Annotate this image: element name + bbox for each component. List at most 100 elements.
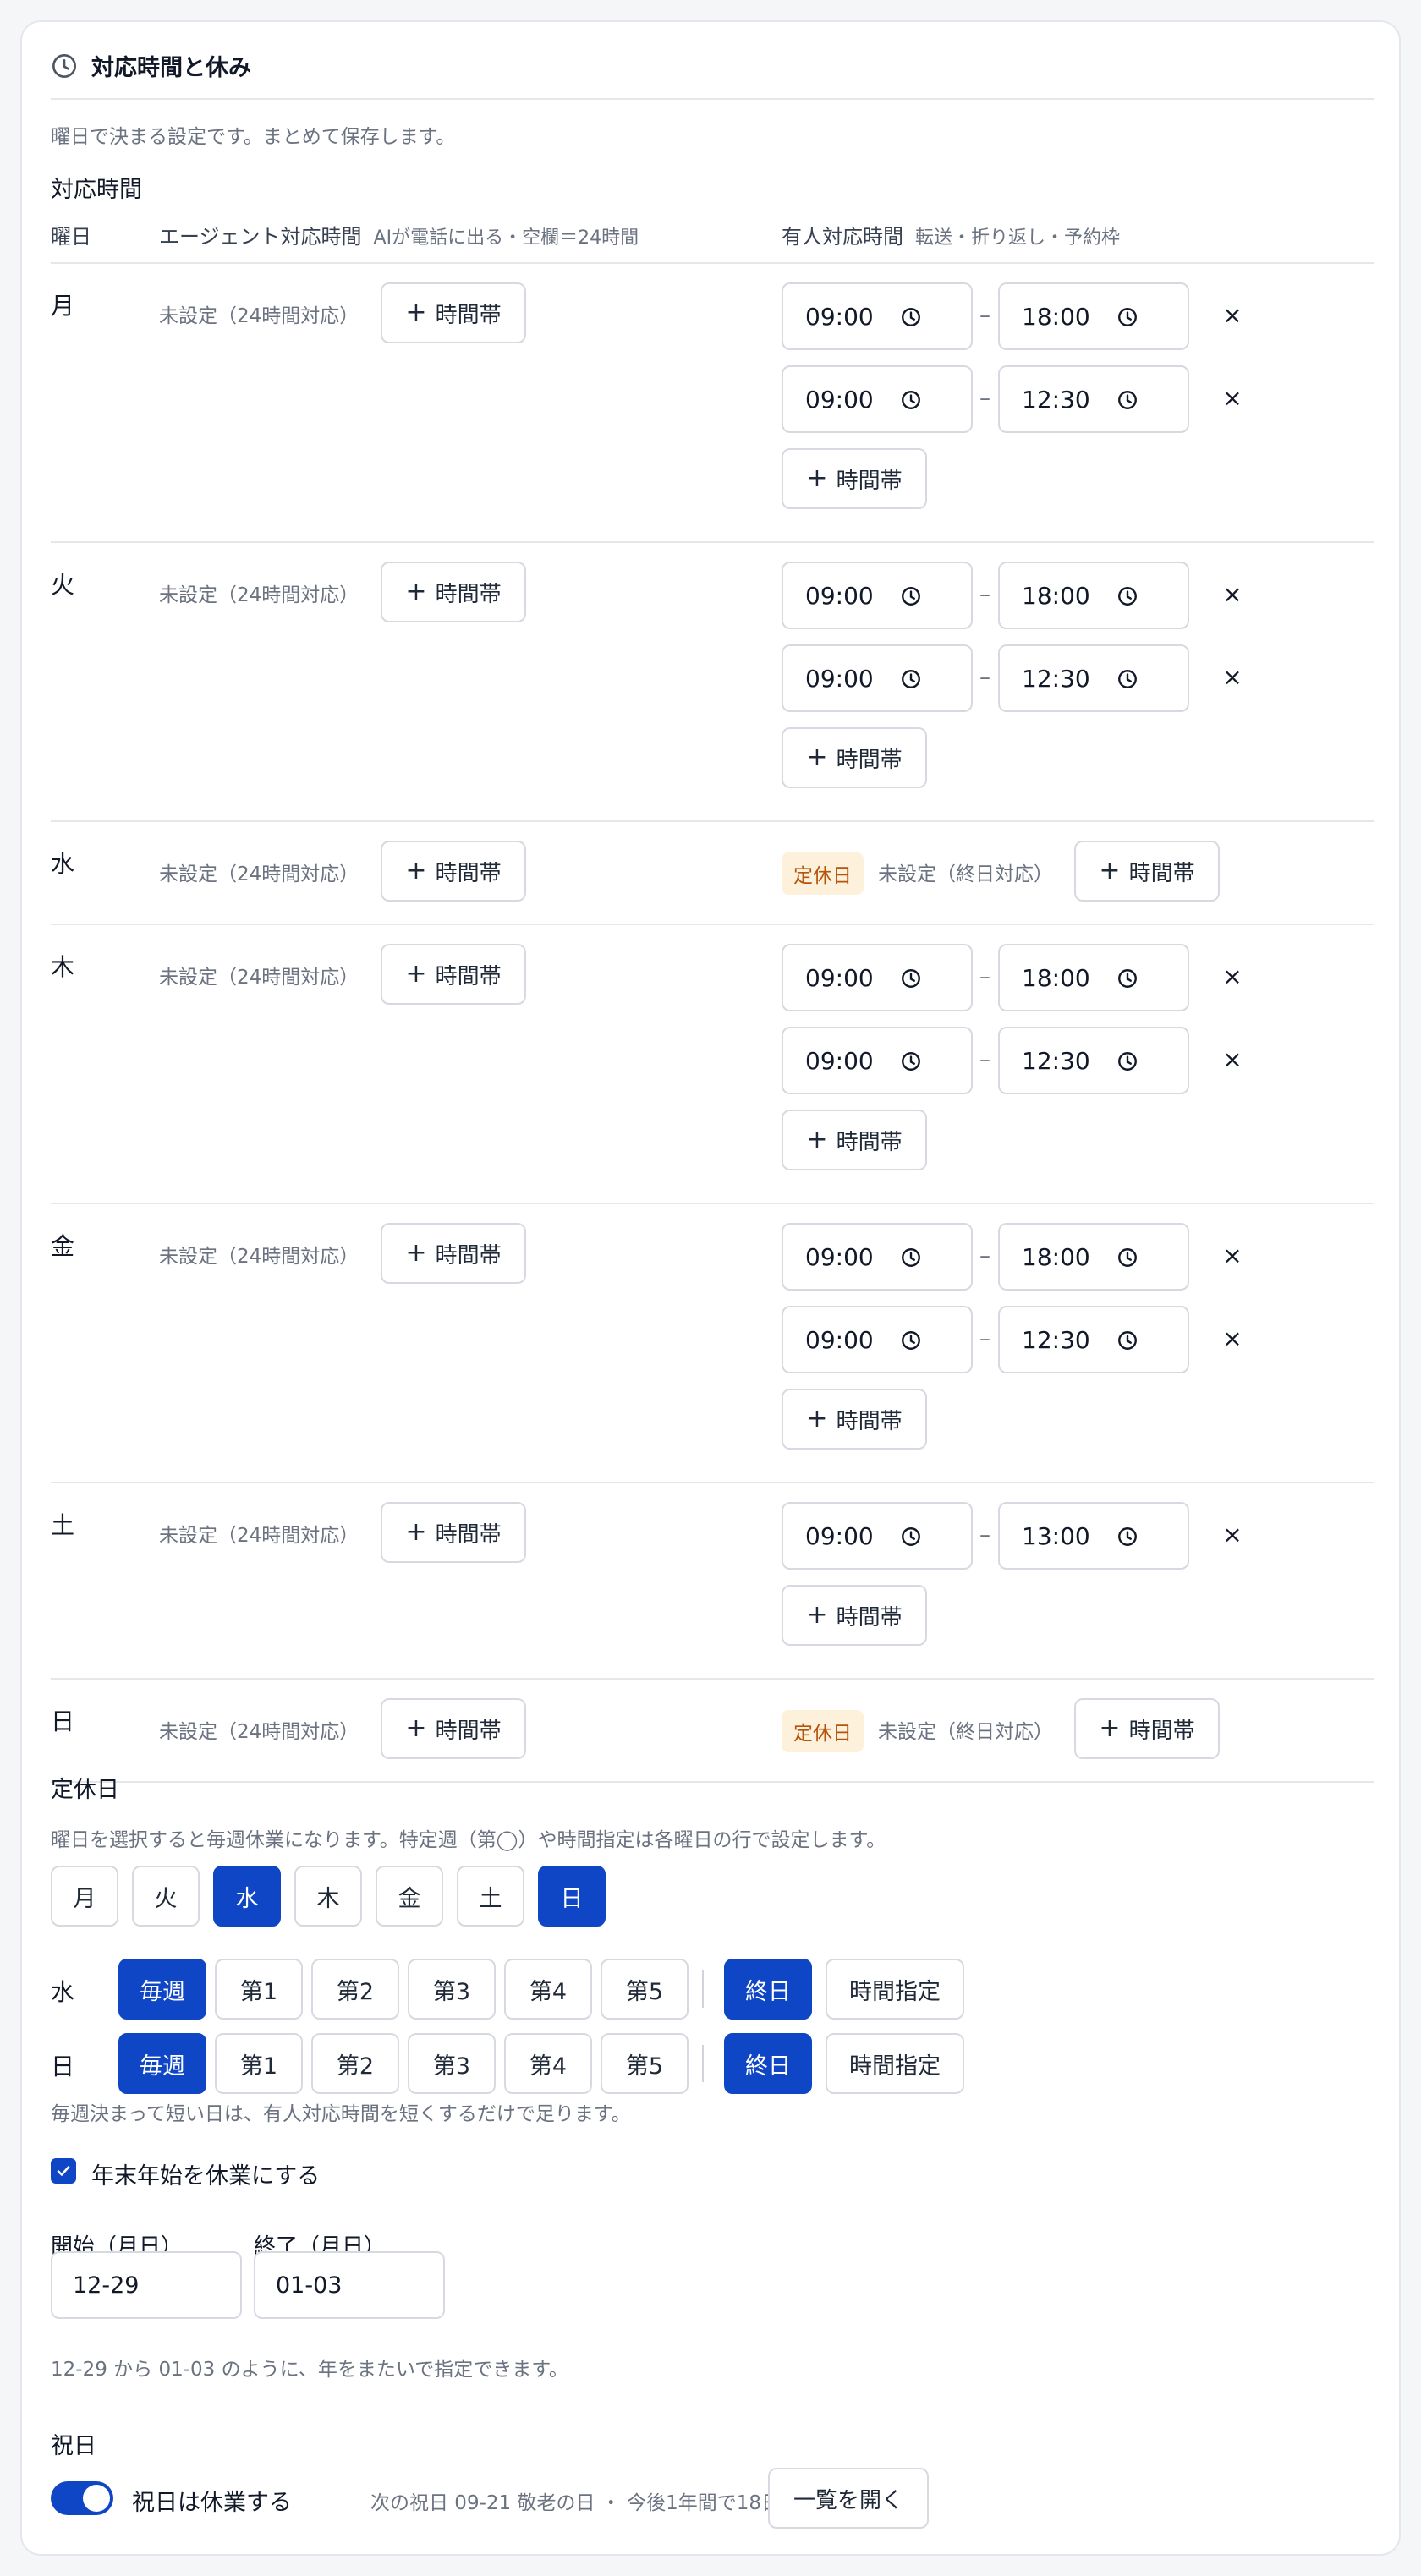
plus-icon: + <box>1099 1713 1121 1743</box>
remove-slot-button[interactable]: × <box>1220 301 1245 329</box>
human-hours-unset: 未設定（終日対応） <box>878 863 1053 885</box>
week-option-chip[interactable]: 第3 <box>408 2033 496 2094</box>
new-year-start-input[interactable]: 12-29 <box>51 2251 242 2319</box>
start-time-input[interactable]: 09:00 <box>782 1502 973 1570</box>
week-option-chip[interactable]: 第5 <box>601 2033 689 2094</box>
add-human-slot-button[interactable]: + 時間帯 <box>782 448 927 509</box>
week-option-chip[interactable]: 第4 <box>504 1959 592 2020</box>
week-option-chip[interactable]: 毎週 <box>118 2033 206 2094</box>
remove-slot-button[interactable]: × <box>1220 384 1245 412</box>
clock-icon <box>902 391 920 409</box>
remove-slot-button[interactable]: × <box>1220 1241 1245 1269</box>
clock-icon <box>902 969 920 988</box>
end-time-value: 12:30 <box>1022 1046 1090 1075</box>
start-time-input[interactable]: 09:00 <box>782 644 973 712</box>
remove-slot-button[interactable]: × <box>1220 580 1245 608</box>
week-option-chip[interactable]: 第1 <box>215 1959 303 2020</box>
plus-icon: + <box>405 856 427 885</box>
add-agent-slot-button[interactable]: + 時間帯 <box>381 1223 526 1284</box>
add-slot-label: 時間帯 <box>435 1242 502 1269</box>
week-option-chip[interactable]: 第2 <box>311 1959 399 2020</box>
remove-slot-button[interactable]: × <box>1220 1324 1245 1352</box>
end-time-input[interactable]: 18:00 <box>998 282 1189 350</box>
column-header-human-label: 有人対応時間 <box>782 225 903 249</box>
add-agent-slot-button[interactable]: + 時間帯 <box>381 1698 526 1759</box>
remove-slot-button[interactable]: × <box>1220 1521 1245 1548</box>
week-option-chip[interactable]: 毎週 <box>118 1959 206 2020</box>
week-option-chip[interactable]: 第5 <box>601 1959 689 2020</box>
weekday-chip[interactable]: 木 <box>294 1866 362 1927</box>
agent-hours-unset: 未設定（24時間対応） <box>159 863 359 885</box>
add-human-slot-button[interactable]: + 時間帯 <box>1074 841 1220 902</box>
add-agent-slot-button[interactable]: + 時間帯 <box>381 562 526 622</box>
add-agent-slot-button[interactable]: + 時間帯 <box>381 944 526 1005</box>
add-agent-slot-button[interactable]: + 時間帯 <box>381 1502 526 1563</box>
remove-slot-button[interactable]: × <box>1220 663 1245 691</box>
clock-icon <box>1118 1052 1137 1071</box>
weekday-chip[interactable]: 日 <box>538 1866 606 1927</box>
closed-rule-day: 水 <box>51 1978 75 2006</box>
start-time-value: 09:00 <box>805 1521 874 1550</box>
closed-note: 毎週決まって短い日は、有人対応時間を短くするだけで足ります。 <box>51 2103 631 2125</box>
start-time-input[interactable]: 09:00 <box>782 365 973 433</box>
end-time-input[interactable]: 18:00 <box>998 944 1189 1011</box>
add-human-slot-button[interactable]: + 時間帯 <box>782 727 927 788</box>
time-option-chip[interactable]: 時間指定 <box>826 1959 964 2020</box>
weekday-chip[interactable]: 土 <box>457 1866 524 1927</box>
new-year-end-input[interactable]: 01-03 <box>254 2251 445 2319</box>
add-agent-slot-button[interactable]: + 時間帯 <box>381 282 526 343</box>
end-time-input[interactable]: 18:00 <box>998 1223 1189 1291</box>
new-year-hint: 12-29 から 01-03 のように、年をまたいで指定できます。 <box>51 2359 568 2381</box>
add-agent-slot-button[interactable]: + 時間帯 <box>381 841 526 902</box>
start-time-input[interactable]: 09:00 <box>782 1027 973 1094</box>
end-time-input[interactable]: 12:30 <box>998 1306 1189 1373</box>
range-dash: – <box>979 582 990 607</box>
end-time-input[interactable]: 18:00 <box>998 562 1189 629</box>
option-separator <box>702 2045 704 2082</box>
end-time-input[interactable]: 12:30 <box>998 1027 1189 1094</box>
weekday-chip[interactable]: 月 <box>51 1866 118 1927</box>
end-time-input[interactable]: 13:00 <box>998 1502 1189 1570</box>
add-human-slot-button[interactable]: + 時間帯 <box>782 1110 927 1170</box>
remove-slot-button[interactable]: × <box>1220 962 1245 990</box>
holidays-toggle[interactable] <box>51 2481 113 2515</box>
add-slot-label: 時間帯 <box>836 1408 903 1434</box>
toggle-knob <box>83 2485 110 2512</box>
agent-hours-unset: 未設定（24時間対応） <box>159 584 359 606</box>
weekday-chip[interactable]: 金 <box>376 1866 443 1927</box>
open-holiday-list-button[interactable]: 一覧を開く <box>768 2468 929 2529</box>
agent-hours-unset: 未設定（24時間対応） <box>159 1525 359 1547</box>
add-slot-label: 時間帯 <box>435 302 502 328</box>
day-label: 水 <box>51 850 75 878</box>
weekday-chip[interactable]: 水 <box>213 1866 281 1927</box>
add-slot-label: 時間帯 <box>435 581 502 607</box>
remove-slot-button[interactable]: × <box>1220 1045 1245 1073</box>
time-option-chip[interactable]: 終日 <box>724 2033 812 2094</box>
new-year-checkbox[interactable] <box>51 2158 76 2184</box>
check-icon <box>57 2166 70 2176</box>
add-human-slot-button[interactable]: + 時間帯 <box>1074 1698 1220 1759</box>
start-time-input[interactable]: 09:00 <box>782 282 973 350</box>
start-time-input[interactable]: 09:00 <box>782 944 973 1011</box>
closed-days-description: 曜日を選択すると毎週休業になります。特定週（第◯）や時間指定は各曜日の行で設定し… <box>51 1829 886 1851</box>
start-time-input[interactable]: 09:00 <box>782 562 973 629</box>
start-time-input[interactable]: 09:00 <box>782 1223 973 1291</box>
time-option-chip[interactable]: 時間指定 <box>826 2033 964 2094</box>
start-time-input[interactable]: 09:00 <box>782 1306 973 1373</box>
clock-icon <box>1118 670 1137 688</box>
clock-icon <box>902 587 920 606</box>
week-option-chip[interactable]: 第1 <box>215 2033 303 2094</box>
range-dash: – <box>979 1326 990 1351</box>
time-option-chip[interactable]: 終日 <box>724 1959 812 2020</box>
divider <box>51 98 1374 100</box>
add-human-slot-button[interactable]: + 時間帯 <box>782 1585 927 1646</box>
human-hours-unset: 未設定（終日対応） <box>878 1721 1053 1743</box>
end-time-input[interactable]: 12:30 <box>998 644 1189 712</box>
week-option-chip[interactable]: 第4 <box>504 2033 592 2094</box>
week-option-chip[interactable]: 第2 <box>311 2033 399 2094</box>
end-time-input[interactable]: 12:30 <box>998 365 1189 433</box>
weekday-chip[interactable]: 火 <box>132 1866 200 1927</box>
row-divider <box>51 820 1374 822</box>
add-human-slot-button[interactable]: + 時間帯 <box>782 1389 927 1450</box>
week-option-chip[interactable]: 第3 <box>408 1959 496 2020</box>
